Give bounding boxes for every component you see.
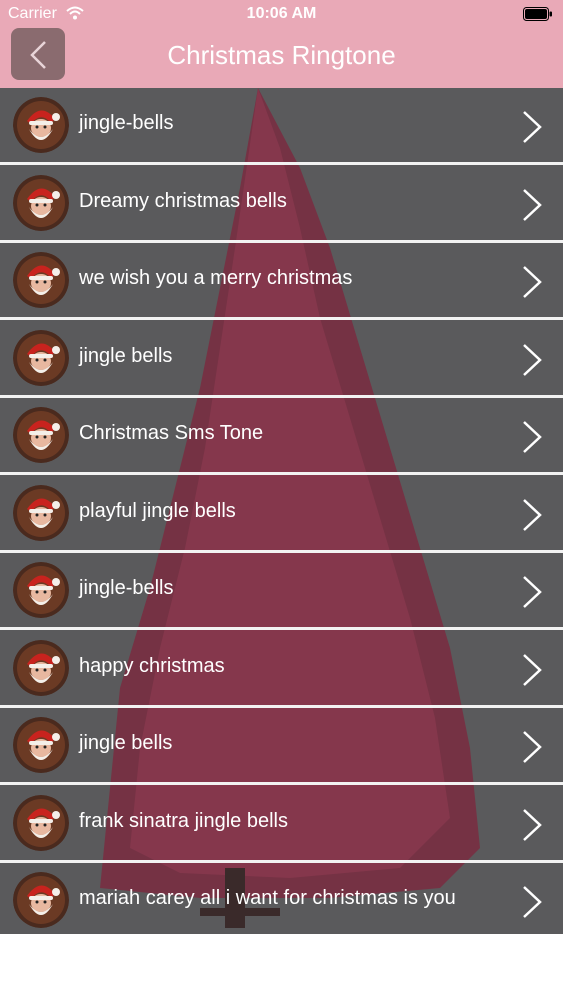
chevron-right-icon	[521, 188, 543, 227]
santa-avatar-icon	[13, 639, 69, 696]
page-title: Christmas Ringtone	[167, 40, 396, 70]
ringtone-row[interactable]: Christmas Sms Tone	[0, 398, 563, 475]
bottom-area	[0, 934, 563, 1000]
ringtone-label: mariah carey all i want for christmas is…	[79, 887, 456, 909]
santa-avatar-icon	[13, 562, 69, 618]
ringtone-row[interactable]: we wish you a merry christmas	[0, 243, 563, 320]
ringtone-row[interactable]: frank sinatra jingle bells	[0, 786, 563, 863]
ringtone-label: Dreamy christmas bells	[79, 189, 287, 212]
ringtone-label: playful jingle bells	[79, 499, 236, 522]
ringtone-row[interactable]: jingle-bells	[0, 88, 563, 165]
status-time: 10:06 AM	[246, 5, 317, 22]
ringtone-list: jingle-bells Dreamy christmas bells we w…	[0, 88, 563, 934]
santa-avatar-icon	[13, 872, 69, 928]
chevron-right-icon	[521, 498, 543, 537]
chevron-right-icon	[521, 110, 543, 149]
chevron-right-icon	[521, 885, 543, 924]
ringtone-label: we wish you a merry christmas	[79, 267, 353, 289]
chevron-right-icon	[521, 575, 543, 614]
chevron-right-icon	[521, 730, 543, 769]
ringtone-label: jingle bells	[79, 344, 173, 367]
ringtone-row[interactable]: Dreamy christmas bells	[0, 166, 563, 243]
santa-avatar-icon	[13, 794, 69, 851]
ringtone-label: jingle-bells	[79, 112, 174, 134]
ringtone-row[interactable]: jingle-bells	[0, 553, 563, 630]
santa-avatar-icon	[13, 717, 69, 773]
battery-icon	[523, 7, 553, 21]
chevron-right-icon	[521, 420, 543, 459]
ringtone-label: jingle-bells	[79, 577, 174, 599]
santa-avatar-icon	[13, 484, 69, 541]
santa-avatar-icon	[13, 97, 69, 153]
ringtone-row[interactable]: jingle bells	[0, 708, 563, 785]
chevron-right-icon	[521, 343, 543, 382]
chevron-right-icon	[521, 653, 543, 692]
ringtone-label: Christmas Sms Tone	[79, 422, 264, 444]
ringtone-row[interactable]: jingle bells	[0, 321, 563, 398]
santa-avatar-icon	[13, 174, 69, 231]
status-bar: Carrier 10:06 AM	[0, 0, 563, 28]
nav-bar: Christmas Ringtone	[0, 28, 563, 88]
chevron-right-icon	[521, 808, 543, 847]
ringtone-label: jingle bells	[79, 732, 173, 754]
santa-avatar-icon	[13, 252, 69, 308]
ringtone-label: happy christmas	[79, 654, 225, 677]
ringtone-label: frank sinatra jingle bells	[79, 809, 288, 832]
ringtone-row[interactable]: happy christmas	[0, 631, 563, 708]
santa-avatar-icon	[13, 329, 69, 386]
ringtone-row[interactable]: playful jingle bells	[0, 476, 563, 553]
chevron-right-icon	[521, 265, 543, 304]
ringtone-row[interactable]: mariah carey all i want for christmas is…	[0, 863, 563, 934]
santa-avatar-icon	[13, 407, 69, 463]
